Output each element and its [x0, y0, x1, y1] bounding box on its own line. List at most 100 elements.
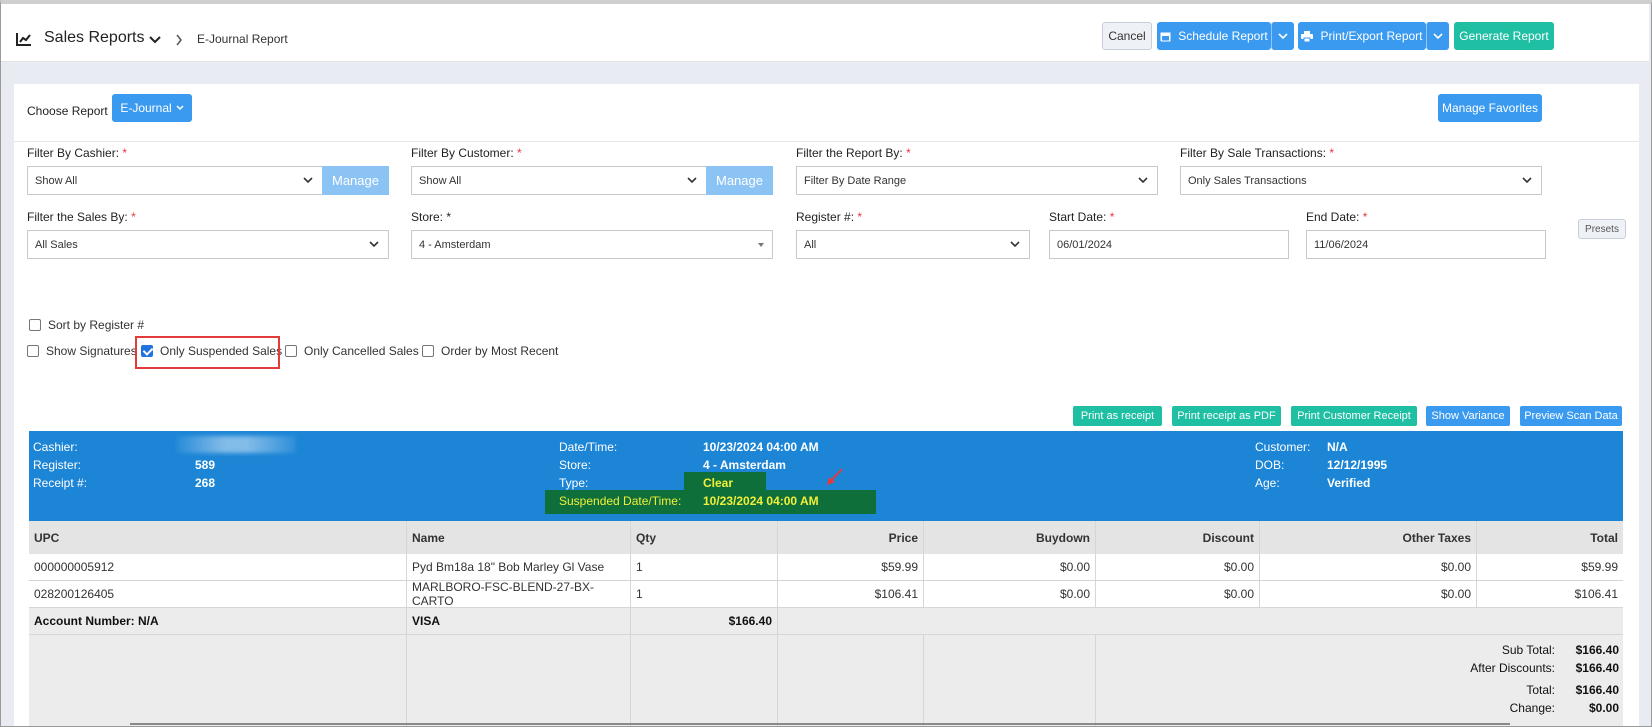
manage-favorites-label: Manage Favorites: [1441, 101, 1539, 115]
sort-by-register-checkbox[interactable]: [29, 319, 41, 331]
start-date-input[interactable]: 06/01/2024: [1049, 230, 1289, 259]
chevron-right-icon: [176, 34, 182, 46]
choose-report-value: E-Journal: [120, 101, 172, 115]
cell-other-taxes: $0.00: [1260, 554, 1477, 580]
register-value: All: [804, 238, 817, 251]
cell-buydown: $0.00: [924, 554, 1096, 580]
generate-report-button[interactable]: Generate Report: [1454, 22, 1554, 50]
datetime-key: Date/Time:: [559, 440, 618, 454]
register-select[interactable]: All: [796, 230, 1030, 259]
presets-button[interactable]: Presets: [1578, 219, 1626, 239]
cell-qty: 1: [631, 554, 778, 580]
datetime-value: 10/23/2024 04:00 AM: [703, 440, 819, 454]
cell-discount: $0.00: [1096, 581, 1260, 607]
cancel-button[interactable]: Cancel: [1102, 22, 1152, 50]
receipt-number-value: 268: [195, 476, 216, 490]
chevron-down-icon: [303, 177, 313, 184]
sort-by-register-label: Sort by Register #: [48, 318, 145, 332]
totals-spacer: [29, 635, 407, 727]
cell-upc: 028200126405: [29, 581, 407, 607]
store-key: Store:: [559, 458, 592, 472]
register-label: Register #: *: [796, 210, 863, 224]
customer-select-value: Show All: [419, 174, 462, 187]
totals-summary: Sub Total: $166.40 After Discounts: $166…: [1096, 635, 1623, 727]
type-key: Type:: [559, 476, 589, 490]
order-recent-checkbox[interactable]: [422, 345, 434, 357]
caret-down-icon: [758, 243, 764, 247]
sort-by-register-option[interactable]: Sort by Register #: [29, 318, 144, 332]
print-receipt-pdf-button[interactable]: Print receipt as PDF: [1172, 406, 1281, 426]
total-label: Total:: [1526, 683, 1555, 697]
payment-row: Account Number: N/A VISA $166.40: [29, 608, 1623, 635]
totals-row: Sub Total: $166.40 After Discounts: $166…: [29, 635, 1623, 727]
end-date-input[interactable]: 11/06/2024: [1306, 230, 1546, 259]
store-value-receipt: 4 - Amsterdam: [703, 458, 786, 472]
payment-amount: $166.40: [631, 608, 778, 634]
payment-method: VISA: [407, 608, 631, 634]
chevron-down-icon[interactable]: [149, 35, 161, 45]
show-signatures-checkbox[interactable]: [27, 345, 39, 357]
preview-scan-data-button[interactable]: Preview Scan Data: [1520, 406, 1622, 426]
sale-transactions-value: Only Sales Transactions: [1188, 174, 1307, 187]
schedule-dropdown-toggle[interactable]: [1271, 22, 1294, 50]
suspended-key: Suspended Date/Time:: [559, 494, 682, 508]
change-label: Change:: [1509, 701, 1555, 715]
chevron-down-icon: [1138, 177, 1148, 184]
payment-spacer: [778, 608, 1623, 634]
cell-upc: 000000005912: [29, 554, 407, 580]
only-cancelled-checkbox[interactable]: [285, 345, 297, 357]
schedule-label: Schedule Report: [1178, 29, 1268, 43]
col-discount: Discount: [1096, 521, 1260, 554]
col-other-taxes: Other Taxes: [1260, 521, 1477, 554]
redacted-cashier-name: [176, 436, 296, 453]
suspended-value: 10/23/2024 04:00 AM: [703, 494, 819, 508]
report-by-select[interactable]: Filter By Date Range: [796, 166, 1158, 195]
cancel-label: Cancel: [1108, 29, 1146, 43]
print-as-receipt-button[interactable]: Print as receipt: [1073, 406, 1162, 426]
choose-report-dropdown[interactable]: E-Journal: [112, 94, 192, 122]
order-recent-label: Order by Most Recent: [441, 344, 559, 358]
schedule-report-button[interactable]: Schedule Report: [1157, 22, 1271, 50]
generate-label: Generate Report: [1459, 29, 1549, 43]
sale-transactions-select[interactable]: Only Sales Transactions: [1180, 166, 1542, 195]
filter-cashier-label: Filter By Cashier: *: [27, 146, 128, 160]
cell-price: $59.99: [778, 554, 924, 580]
filter-report-by-label: Filter the Report By: *: [796, 146, 911, 160]
order-recent-option[interactable]: Order by Most Recent: [422, 344, 558, 358]
cashier-manage-button[interactable]: Manage: [322, 166, 389, 195]
cashier-key: Cashier:: [33, 440, 78, 454]
cell-total: $106.41: [1574, 587, 1618, 601]
only-cancelled-option[interactable]: Only Cancelled Sales: [285, 344, 419, 358]
print-export-button[interactable]: Print/Export Report: [1298, 22, 1426, 50]
print-customer-receipt-button[interactable]: Print Customer Receipt: [1291, 406, 1417, 426]
account-number: Account Number: N/A: [29, 608, 407, 634]
manage-favorites-button[interactable]: Manage Favorites: [1438, 94, 1542, 122]
start-date-value: 06/01/2024: [1057, 238, 1113, 251]
page-title[interactable]: Sales Reports: [44, 29, 145, 47]
horizontal-scrollbar[interactable]: [130, 723, 1510, 725]
chevron-down-icon: [687, 177, 697, 184]
store-label: Store: *: [411, 210, 452, 224]
cell-buydown: $0.00: [924, 581, 1096, 607]
cell-qty: 1: [631, 581, 778, 607]
customer-key: Customer:: [1255, 440, 1311, 454]
sales-by-value: All Sales: [35, 238, 78, 251]
cashier-select[interactable]: Show All: [27, 166, 323, 195]
print-export-dropdown-toggle[interactable]: [1426, 22, 1449, 50]
totals-spacer: [778, 635, 924, 727]
customer-select[interactable]: Show All: [411, 166, 707, 195]
cell-discount: $0.00: [1096, 554, 1260, 580]
sales-by-select[interactable]: All Sales: [27, 230, 389, 259]
show-signatures-option[interactable]: Show Signatures: [27, 344, 137, 358]
cell-name: MARLBORO-FSC-BLEND-27-BX-CARTO: [407, 580, 631, 608]
cashier-select-value: Show All: [35, 174, 78, 187]
manage-label: Manage: [332, 173, 379, 188]
show-variance-button[interactable]: Show Variance: [1426, 406, 1510, 426]
totals-spacer: [924, 635, 1096, 727]
customer-value: N/A: [1327, 440, 1348, 454]
customer-manage-button[interactable]: Manage: [706, 166, 773, 195]
after-discounts-label: After Discounts:: [1470, 661, 1555, 675]
store-select[interactable]: 4 - Amsterdam: [411, 230, 773, 259]
col-buydown: Buydown: [924, 521, 1096, 554]
chevron-down-icon: [1522, 177, 1532, 184]
